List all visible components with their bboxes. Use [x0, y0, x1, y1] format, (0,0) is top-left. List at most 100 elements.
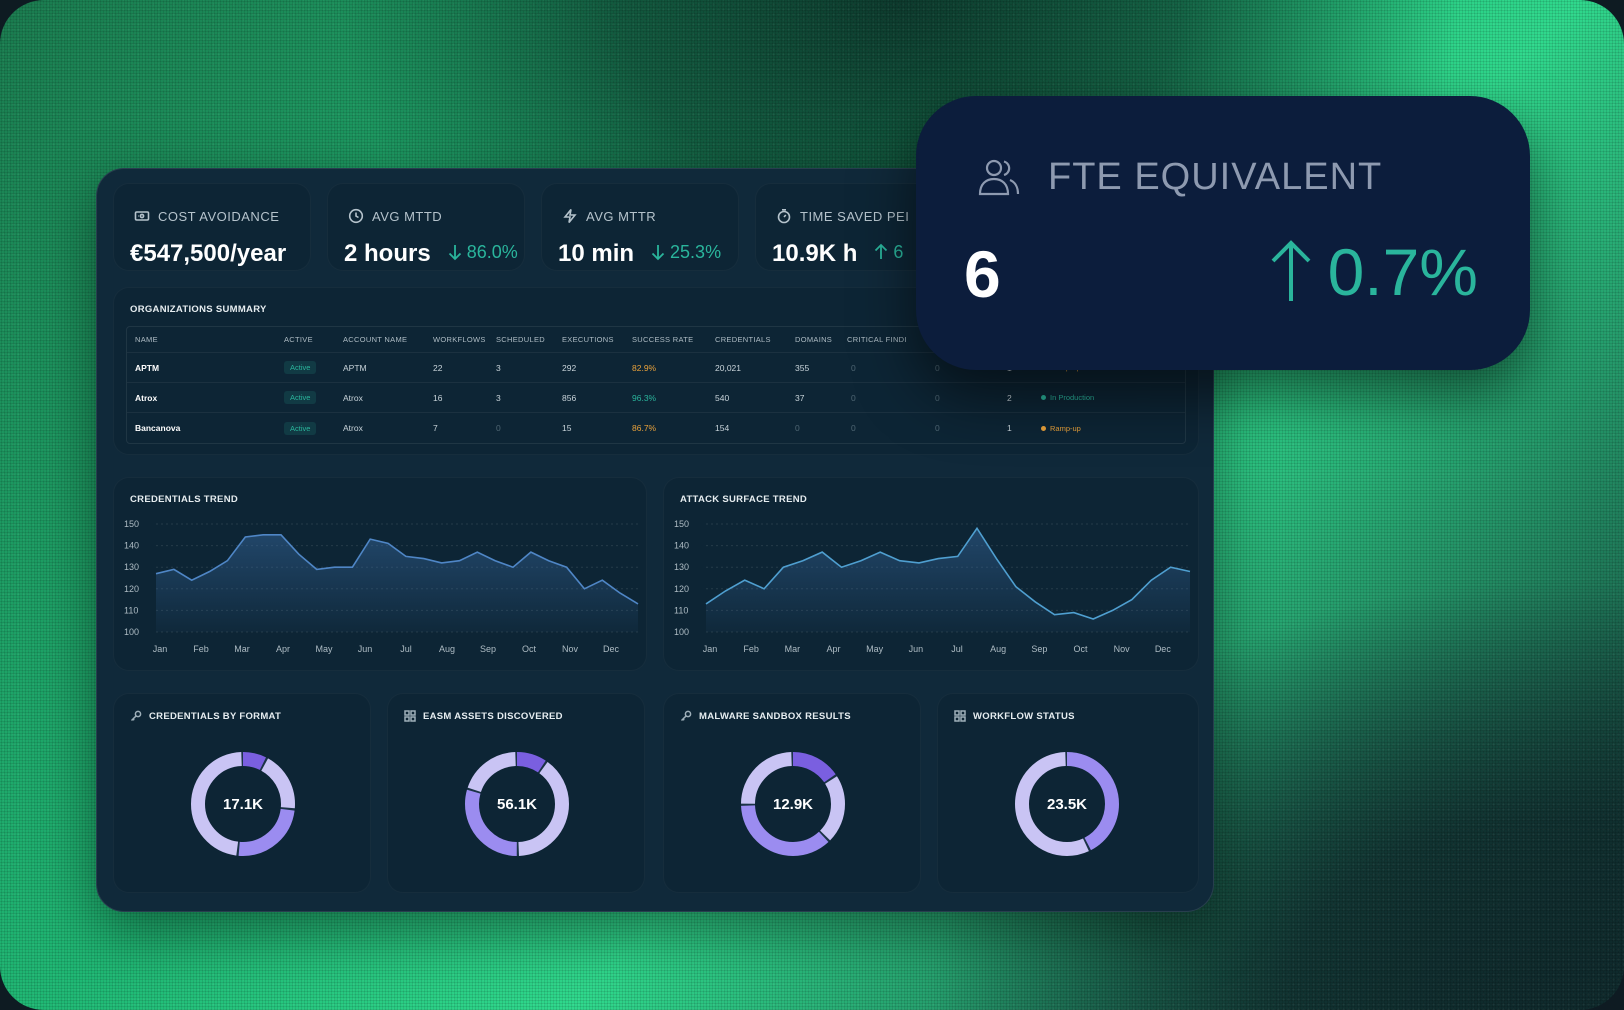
success-rate: 96.3%	[632, 392, 657, 403]
executions-count: 856	[562, 392, 577, 403]
lightning-icon	[563, 209, 577, 223]
cash-icon	[134, 211, 150, 221]
y-tick-label: 140	[124, 541, 139, 551]
x-tick-label: Sep	[480, 644, 496, 654]
malware-sandbox-card: MALWARE SANDBOX RESULTS 12.9K	[663, 693, 921, 893]
column-header[interactable]: CREDENTIALS	[715, 327, 771, 352]
column-header[interactable]: SUCCESS RATE	[632, 327, 693, 352]
y-tick-label: 100	[124, 627, 139, 637]
kpi-label: COST AVOIDANCE	[158, 208, 280, 224]
x-tick-label: Nov	[562, 644, 579, 654]
stopwatch-icon	[777, 208, 791, 224]
column-header[interactable]: ACCOUNT NAME	[343, 327, 407, 352]
org-name: Atrox	[135, 392, 158, 403]
kpi-card-cost-avoidance: COST AVOIDANCE €547,500/year	[113, 183, 311, 271]
stage-label: Ramp-up	[1041, 413, 1081, 443]
kpi-delta: 86.0%	[447, 242, 518, 263]
credentials-count: 540	[715, 392, 730, 403]
kpi-label: TIME SAVED PEI	[800, 208, 910, 224]
column-header[interactable]: CRITICAL FINDI	[847, 327, 907, 352]
users-icon	[978, 159, 1020, 196]
x-tick-label: Feb	[193, 644, 209, 654]
y-tick-label: 130	[124, 562, 139, 572]
success-rate: 82.9%	[632, 362, 657, 373]
account-name: Atrox	[343, 423, 363, 433]
grid-icon	[954, 710, 966, 722]
x-tick-label: Jun	[358, 644, 373, 654]
attack-surface-trend-chart: 100 110 120 130 140 150 Jan Feb Mar Apr May Jun Jul A…	[674, 519, 1191, 654]
y-tick-label: 130	[674, 562, 689, 572]
x-tick-label: Dec	[603, 644, 620, 654]
easm-assets-card: EASM ASSETS DISCOVERED 56.1K	[387, 693, 645, 893]
x-tick-label: Jul	[951, 644, 963, 654]
donut-total: 23.5K	[1046, 795, 1088, 813]
status-badge: Active	[284, 391, 317, 404]
table-cell: 2	[1007, 392, 1012, 403]
column-header[interactable]: ACTIVE	[284, 327, 313, 352]
domains-count: 37	[795, 392, 805, 403]
x-tick-label: May	[866, 644, 884, 654]
kpi-value: 10 min	[558, 240, 635, 267]
kpi-value: 10.9K h	[772, 240, 858, 267]
donut-total: 56.1K	[496, 795, 538, 813]
kpi-delta: 6	[873, 242, 903, 263]
card-title: CREDENTIALS BY FORMAT	[149, 710, 282, 722]
card-title: WORKFLOW STATUS	[973, 710, 1075, 722]
arrow-up-icon	[1271, 240, 1310, 301]
table-row[interactable]: Bancanova Active Atrox 7 0 15 86.7% 154 …	[127, 413, 1185, 443]
y-tick-label: 120	[674, 584, 689, 594]
credentials-by-format-card: CREDENTIALS BY FORMAT 17.1K	[113, 693, 371, 893]
credentials-count: 20,021	[715, 362, 741, 373]
series-area	[706, 528, 1190, 632]
table-cell: 0	[935, 423, 940, 433]
fte-delta-value: 0.7%	[1327, 235, 1478, 309]
kpi-label: AVG MTTR	[586, 208, 657, 224]
x-tick-label: Apr	[276, 644, 290, 654]
kpi-value: 2 hours	[344, 240, 431, 267]
column-header[interactable]: WORKFLOWS	[433, 327, 486, 352]
x-tick-label: Oct	[522, 644, 537, 654]
table-row[interactable]: Atrox Active Atrox 16 3 856 96.3% 540 37…	[127, 383, 1185, 413]
credentials-count: 154	[715, 423, 730, 433]
stage-dot	[1041, 425, 1046, 431]
table-cell: 1	[1007, 423, 1012, 433]
key-icon	[680, 710, 692, 722]
y-tick-label: 150	[124, 519, 139, 529]
kpi-label: AVG MTTD	[372, 208, 443, 224]
fte-label: FTE EQUIVALENT	[1048, 155, 1383, 198]
x-tick-label: Sep	[1031, 644, 1047, 654]
column-header[interactable]: NAME	[135, 327, 158, 352]
clock-icon	[348, 208, 364, 224]
domains-count: 0	[795, 423, 800, 433]
executions-count: 292	[562, 362, 577, 373]
kpi-delta-value: 6	[893, 241, 904, 262]
x-tick-label: Apr	[826, 644, 840, 654]
scheduled-count: 0	[496, 423, 501, 433]
arrow-down-icon	[651, 245, 665, 261]
stage-text: In Production	[1050, 393, 1095, 402]
column-header[interactable]: SCHEDULED	[496, 327, 545, 352]
stage-text: Ramp-up	[1050, 423, 1081, 433]
card-title: MALWARE SANDBOX RESULTS	[699, 710, 851, 722]
stage-label: In Production	[1041, 383, 1094, 412]
grid-icon	[404, 710, 416, 722]
workflows-count: 22	[433, 362, 443, 373]
fte-delta: 0.7%	[1268, 234, 1478, 310]
x-tick-label: Jul	[400, 644, 412, 654]
status-badge: Active	[284, 421, 317, 435]
column-header[interactable]: EXECUTIONS	[562, 327, 614, 352]
arrow-up-icon	[875, 243, 888, 259]
executions-count: 15	[562, 423, 572, 433]
workflows-count: 7	[433, 423, 438, 433]
y-tick-label: 100	[674, 627, 689, 637]
critical-findings: 0	[851, 362, 856, 373]
domains-count: 355	[795, 362, 810, 373]
kpi-delta-value: 86.0%	[466, 241, 518, 262]
column-header[interactable]: DOMAINS	[795, 327, 832, 352]
table-cell: 0	[935, 392, 940, 403]
attack-surface-trend-card: ATTACK SURFACE TREND 100 110 120 130 140 150 J…	[663, 477, 1199, 671]
x-tick-label: Aug	[439, 644, 455, 654]
account-name: APTM	[343, 362, 367, 373]
kpi-card-avg-mttr: AVG MTTR 10 min 25.3%	[541, 183, 739, 271]
workflow-status-card: WORKFLOW STATUS 23.5K	[937, 693, 1199, 893]
